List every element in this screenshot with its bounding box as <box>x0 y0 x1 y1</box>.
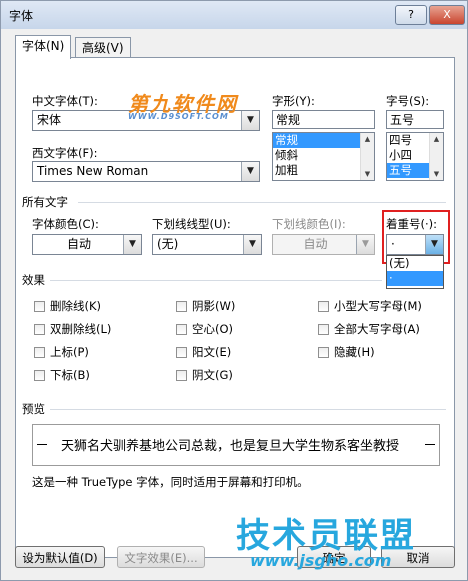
hidden-checkbox[interactable]: 隐藏(H) <box>318 344 375 360</box>
subscript-label: 下标(B) <box>50 368 90 382</box>
preview-note: 这是一种 TrueType 字体，同时适用于屏幕和打印机。 <box>32 475 309 489</box>
emphasis-option[interactable]: (无) <box>387 256 443 271</box>
close-button[interactable]: X <box>429 5 465 25</box>
strikethrough-checkbox[interactable]: 删除线(K) <box>34 298 101 314</box>
outline-label: 空心(O) <box>192 322 234 336</box>
superscript-label: 上标(P) <box>50 345 89 359</box>
chevron-down-icon[interactable]: ▼ <box>123 235 141 254</box>
size-input[interactable]: 五号 <box>386 110 444 129</box>
chevron-down-icon[interactable]: ▼ <box>241 111 259 130</box>
style-option[interactable]: 加粗 <box>273 163 374 178</box>
double-strikethrough-checkbox[interactable]: 双删除线(L) <box>34 321 111 337</box>
size-listbox[interactable]: 四号 小四 五号 ▲ ▼ <box>386 132 444 181</box>
title-bar: 字体 ? X <box>1 1 467 29</box>
preview-separator <box>50 409 446 410</box>
checkbox-box[interactable] <box>318 323 329 335</box>
watermark-bottom-url: www.jsgho.com <box>250 551 392 570</box>
hidden-label: 隐藏(H) <box>334 345 375 359</box>
emphasis-option[interactable]: · <box>387 271 443 286</box>
superscript-checkbox[interactable]: 上标(P) <box>34 344 89 360</box>
subscript-checkbox[interactable]: 下标(B) <box>34 367 90 383</box>
checkbox-box[interactable] <box>176 323 187 335</box>
watermark-top-url: WWW.D9SOFT.COM <box>128 112 229 121</box>
underline-style-value: (无) <box>157 237 179 251</box>
style-option[interactable]: 常规 <box>273 133 374 148</box>
chinese-font-label: 中文字体(T): <box>32 94 98 108</box>
checkbox-box[interactable] <box>34 369 45 381</box>
small-caps-checkbox[interactable]: 小型大写字母(M) <box>318 298 422 314</box>
small-caps-label: 小型大写字母(M) <box>334 299 422 313</box>
all-text-separator <box>78 202 446 203</box>
all-caps-label: 全部大写字母(A) <box>334 322 420 336</box>
underline-color-value: 自动 <box>303 237 328 251</box>
western-font-label: 西文字体(F): <box>32 146 98 160</box>
text-effects-button: 文字效果(E)... <box>117 546 205 568</box>
size-scrollbar[interactable]: ▲ ▼ <box>429 133 443 180</box>
underline-style-label: 下划线线型(U): <box>152 217 231 231</box>
emphasis-mark-dropdown[interactable]: (无) · <box>386 255 444 289</box>
strikethrough-label: 删除线(K) <box>50 299 102 313</box>
scroll-up-icon[interactable]: ▲ <box>361 133 374 145</box>
dialog-title: 字体 <box>9 9 34 23</box>
all-caps-checkbox[interactable]: 全部大写字母(A) <box>318 321 420 337</box>
font-color-label: 字体颜色(C): <box>32 217 99 231</box>
font-tab-panel: 中文字体(T): 宋体 ▼ 西文字体(F): Times New Roman ▼… <box>15 57 455 558</box>
size-label: 字号(S): <box>386 94 430 108</box>
preview-section-label: 预览 <box>22 402 45 416</box>
preview-box: 天狮名犬驯养基地公司总裁，也是复旦大学生物系客坐教授 <box>32 424 440 466</box>
western-font-value: Times New Roman <box>37 164 149 178</box>
emboss-checkbox[interactable]: 阳文(E) <box>176 344 231 360</box>
checkbox-box[interactable] <box>176 369 187 381</box>
emphasis-mark-label: 着重号(·): <box>386 217 438 231</box>
tab-advanced[interactable]: 高级(V) <box>75 37 131 58</box>
tab-font[interactable]: 字体(N) <box>15 35 72 59</box>
scroll-down-icon[interactable]: ▼ <box>361 168 374 180</box>
all-text-section-label: 所有文字 <box>22 195 68 209</box>
scroll-down-icon[interactable]: ▼ <box>430 168 443 180</box>
preview-left-rule <box>37 444 47 445</box>
preview-right-rule <box>425 444 435 445</box>
help-button[interactable]: ? <box>395 5 427 25</box>
style-listbox[interactable]: 常规 倾斜 加粗 ▲ ▼ <box>272 132 375 181</box>
shadow-label: 阴影(W) <box>192 299 236 313</box>
emphasis-mark-combo[interactable]: · ▼ <box>386 234 444 255</box>
set-default-button[interactable]: 设为默认值(D) <box>15 546 105 568</box>
checkbox-box[interactable] <box>318 346 329 358</box>
chevron-down-icon: ▼ <box>356 235 374 254</box>
chevron-down-icon[interactable]: ▼ <box>241 162 259 181</box>
double-strikethrough-label: 双删除线(L) <box>50 322 112 336</box>
checkbox-box[interactable] <box>176 346 187 358</box>
style-input[interactable]: 常规 <box>272 110 375 129</box>
font-color-combo[interactable]: 自动 ▼ <box>32 234 142 255</box>
chevron-down-icon[interactable]: ▼ <box>425 235 443 254</box>
emphasis-mark-value: · <box>391 237 395 251</box>
preview-sample-text: 天狮名犬驯养基地公司总裁，也是复旦大学生物系客坐教授 <box>61 439 400 454</box>
font-color-value: 自动 <box>66 237 91 251</box>
checkbox-box[interactable] <box>34 300 45 312</box>
checkbox-box[interactable] <box>176 300 187 312</box>
chevron-down-icon[interactable]: ▼ <box>243 235 261 254</box>
watermark-bottom: 技术员联盟 <box>236 516 416 556</box>
underline-style-combo[interactable]: (无) ▼ <box>152 234 262 255</box>
checkbox-box[interactable] <box>34 346 45 358</box>
style-option[interactable]: 倾斜 <box>273 148 374 163</box>
checkbox-box[interactable] <box>34 323 45 335</box>
style-scrollbar[interactable]: ▲ ▼ <box>360 133 374 180</box>
checkbox-box[interactable] <box>318 300 329 312</box>
underline-color-label: 下划线颜色(I): <box>272 217 346 231</box>
scroll-up-icon[interactable]: ▲ <box>430 133 443 145</box>
engrave-label: 阴文(G) <box>192 368 233 382</box>
effects-separator <box>50 280 382 281</box>
shadow-checkbox[interactable]: 阴影(W) <box>176 298 235 314</box>
style-label: 字形(Y): <box>272 94 315 108</box>
emboss-label: 阳文(E) <box>192 345 232 359</box>
western-font-combo[interactable]: Times New Roman ▼ <box>32 161 260 182</box>
effects-section-label: 效果 <box>22 273 45 287</box>
engrave-checkbox[interactable]: 阴文(G) <box>176 367 233 383</box>
outline-checkbox[interactable]: 空心(O) <box>176 321 233 337</box>
underline-color-combo: 自动 ▼ <box>272 234 375 255</box>
